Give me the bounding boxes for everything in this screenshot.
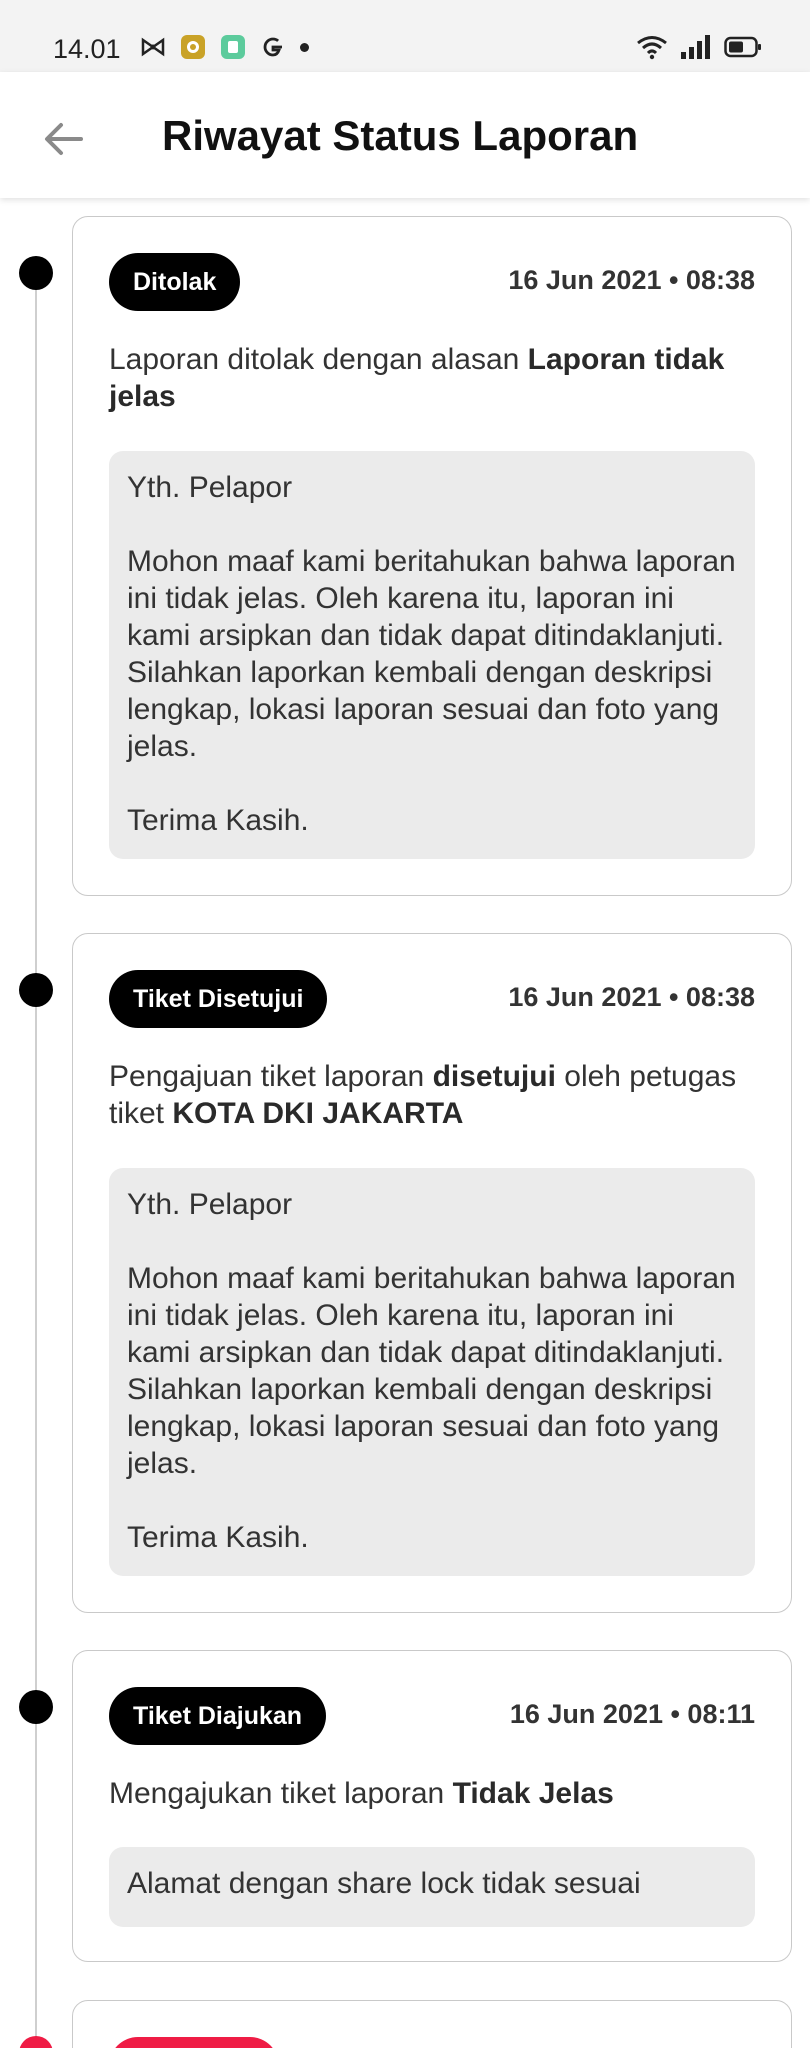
status-timeline: Ditolak 16 Jun 2021 • 08:38 Laporan dito… xyxy=(0,198,810,2048)
desc-highlight-region: KOTA DKI JAKARTA xyxy=(172,1097,464,1130)
status-note: Yth. Pelapor Mohon maaf kami beritahukan… xyxy=(109,1168,755,1576)
history-card-partial xyxy=(72,2000,792,2048)
wifi-icon xyxy=(636,34,668,65)
desc-text: Mengajukan tiket laporan xyxy=(109,1777,453,1810)
coin-icon xyxy=(180,34,206,60)
timeline-dot xyxy=(19,256,53,290)
back-button[interactable] xyxy=(36,112,90,166)
status-timestamp: 16 Jun 2021 • 08:38 xyxy=(508,982,755,1012)
timeline-dot-active xyxy=(19,2036,53,2048)
bow-icon xyxy=(140,34,166,60)
timeline-line xyxy=(35,258,37,2048)
status-description: Laporan ditolak dengan alasan Laporan ti… xyxy=(109,341,755,415)
history-card: Tiket Disetujui 16 Jun 2021 • 08:38 Peng… xyxy=(72,933,792,1613)
signal-icon xyxy=(680,34,712,65)
battery-icon xyxy=(724,36,762,63)
status-badge: Ditolak xyxy=(109,253,241,311)
more-notifications-dot xyxy=(300,42,309,52)
status-bar: 14.01 xyxy=(0,0,810,72)
notification-icons xyxy=(140,34,309,60)
desc-highlight: disetujui xyxy=(432,1060,556,1093)
desc-text: Pengajuan tiket laporan xyxy=(109,1060,433,1093)
google-icon xyxy=(260,34,286,60)
status-description: Pengajuan tiket laporan disetujui oleh p… xyxy=(109,1058,755,1132)
desc-highlight: Tidak Jelas xyxy=(452,1777,614,1810)
status-note: Alamat dengan share lock tidak sesuai xyxy=(109,1847,755,1927)
status-badge: Tiket Diajukan xyxy=(109,1687,327,1745)
app-icon xyxy=(220,34,246,60)
status-timestamp: 16 Jun 2021 • 08:38 xyxy=(508,265,755,295)
status-badge-partial xyxy=(109,2037,279,2048)
desc-text: Laporan ditolak dengan alasan xyxy=(109,343,528,376)
timeline-dot xyxy=(19,1690,53,1724)
history-card: Ditolak 16 Jun 2021 • 08:38 Laporan dito… xyxy=(72,216,792,896)
status-description: Mengajukan tiket laporan Tidak Jelas xyxy=(109,1775,755,1812)
arrow-left-icon xyxy=(45,123,83,155)
timeline-dot xyxy=(19,973,53,1007)
app-bar: Riwayat Status Laporan xyxy=(0,72,810,198)
status-badge: Tiket Disetujui xyxy=(109,970,328,1028)
page-title: Riwayat Status Laporan xyxy=(162,112,639,159)
status-note: Yth. Pelapor Mohon maaf kami beritahukan… xyxy=(109,451,755,859)
system-icons xyxy=(636,34,762,65)
history-card: Tiket Diajukan 16 Jun 2021 • 08:11 Menga… xyxy=(72,1650,792,1962)
status-timestamp: 16 Jun 2021 • 08:11 xyxy=(509,1699,755,1729)
status-time: 14.01 xyxy=(53,34,121,64)
